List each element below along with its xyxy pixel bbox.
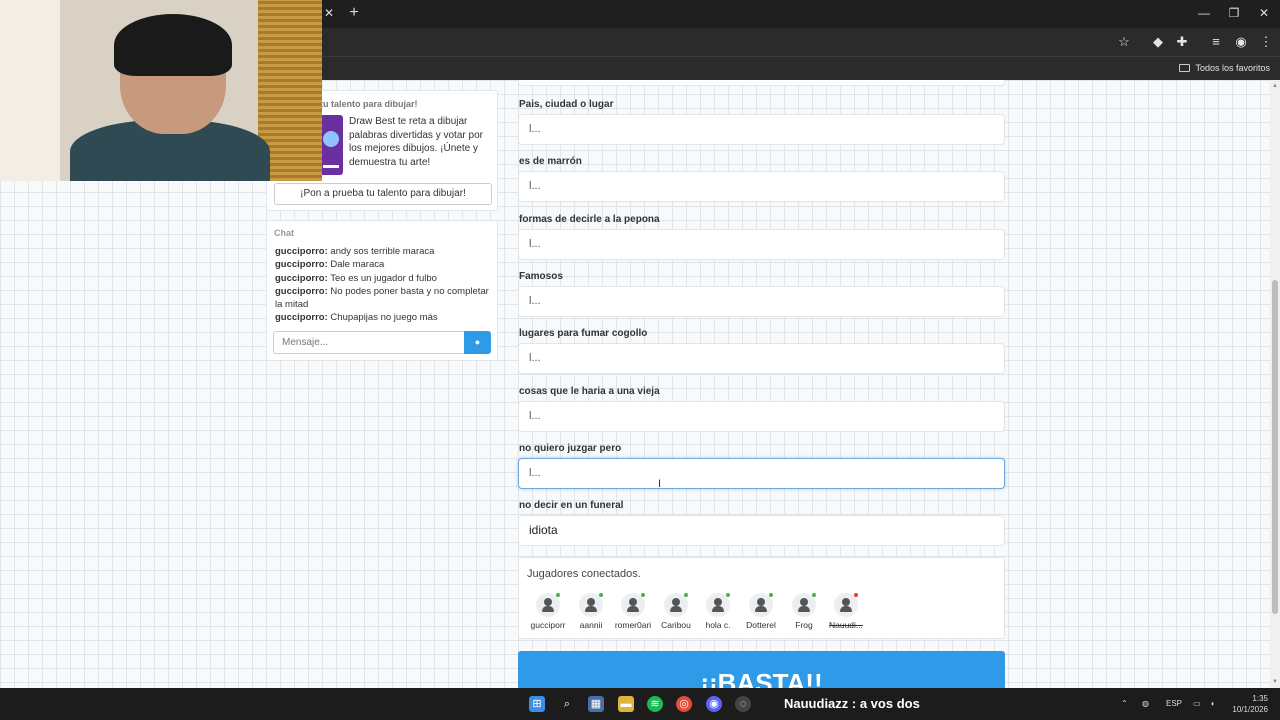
field-input-juzgar[interactable]: l... (518, 458, 1005, 489)
address-bar[interactable] (300, 31, 1150, 53)
online-status-dot (812, 593, 816, 597)
chat-message: gucciporro: No podes poner basta y no co… (275, 285, 489, 311)
field-label-vieja: cosas que le haria a una vieja (519, 386, 660, 397)
online-status-dot (641, 593, 645, 597)
online-status-dot (726, 593, 730, 597)
players-panel: Jugadores conectados. gucciporr aannii r… (518, 557, 1005, 639)
bookmarks-folder-label: Todos los favoritos (1195, 63, 1270, 73)
chat-title: Chat (274, 228, 294, 238)
start-icon[interactable]: ⊞ (529, 696, 545, 712)
field-label-lugar: Pais, ciudad o lugar (519, 99, 614, 110)
send-icon: ● (474, 337, 481, 347)
field-input-funeral[interactable]: idiota (518, 515, 1005, 546)
chat-messages: gucciporro: andy sos terrible maraca guc… (275, 245, 495, 325)
chat-message: gucciporro: andy sos terrible maraca (275, 246, 435, 257)
discord-icon[interactable]: ◉ (706, 696, 722, 712)
tab-close-button[interactable]: ✕ (322, 6, 336, 20)
page-scrollbar[interactable]: ▲ ▼ (1270, 80, 1280, 688)
chat-message: gucciporro: Chupapijas no juego más (275, 312, 438, 324)
chat-panel: Chat gucciporro: andy sos terrible marac… (266, 220, 498, 361)
menu-icon[interactable]: ⋮ (1258, 34, 1274, 50)
players-title: Jugadores conectados. (527, 568, 641, 580)
chat-message: gucciporro: Teo es un jugador d fulbo (275, 272, 437, 284)
star-icon[interactable]: ☆ (1116, 34, 1132, 50)
field-label-marron: es de marrón (519, 156, 582, 167)
profile-icon[interactable]: ◉ (1233, 34, 1249, 50)
folder-icon (1179, 64, 1191, 72)
obs-icon[interactable]: ◌ (735, 696, 751, 712)
chat-send-button[interactable]: ● (464, 331, 491, 354)
draw-best-logo[interactable] (319, 115, 343, 175)
online-status-dot (769, 593, 773, 597)
player-item[interactable]: Nauudi... (824, 593, 868, 633)
scroll-down-icon[interactable]: ▼ (1271, 678, 1279, 686)
field-label-funeral: no decir en un funeral (519, 500, 624, 511)
search-icon[interactable]: ⌕ (559, 696, 575, 712)
extension-icon[interactable]: ◆ (1150, 34, 1166, 50)
close-window-button[interactable]: ✕ (1254, 5, 1274, 21)
basta-button[interactable]: ¡¡BASTA!! (518, 651, 1005, 688)
scroll-up-icon[interactable]: ▲ (1271, 82, 1279, 90)
minimize-button[interactable]: — (1194, 5, 1214, 21)
online-status-dot (684, 593, 688, 597)
new-tab-button[interactable]: + (346, 4, 362, 22)
media-icon[interactable]: ≡ (1208, 34, 1224, 50)
chat-message-input[interactable] (273, 331, 465, 354)
clock[interactable]: 1:35 10/1/2026 (1232, 693, 1268, 715)
language-indicator[interactable]: ESP (1166, 698, 1182, 710)
network-icon[interactable]: ▭ (1193, 698, 1201, 710)
field-input-marron[interactable]: l... (518, 171, 1005, 202)
promo-description: Draw Best te reta a dibujar palabras div… (349, 116, 483, 168)
field-label-pepona: formas de decirle a la pepona (519, 214, 660, 225)
field-input-famosos[interactable]: l... (518, 286, 1005, 317)
clock-time: 1:35 (1252, 694, 1268, 703)
taskbar: ⊞ ⌕ ▦ ▬ ≋ ◎ ◉ ◌ Nauudiazz : a vos dos ⌃ … (0, 688, 1280, 720)
field-input-lugar[interactable]: l... (518, 114, 1005, 145)
all-bookmarks-folder[interactable]: Todos los favoritos (1179, 61, 1270, 75)
online-status-dot (599, 593, 603, 597)
tray-chevron-icon[interactable]: ⌃ (1121, 698, 1128, 710)
field-label-cogollo: lugares para fumar cogollo (519, 328, 648, 339)
chat-message: gucciporro: Dale maraca (275, 259, 385, 271)
maximize-button[interactable]: ❐ (1224, 5, 1244, 21)
promo-title: ba tu talento para dibujar! (307, 99, 418, 109)
microphone-icon[interactable]: ◍ (1142, 698, 1149, 710)
field-input-vieja[interactable]: l... (518, 401, 1005, 432)
store-icon[interactable]: ▦ (588, 696, 604, 712)
field-input-cogollo[interactable]: l... (518, 343, 1005, 374)
offline-status-dot (854, 593, 858, 597)
puzzle-icon[interactable]: ✚ (1174, 34, 1190, 50)
field-label-juzgar: no quiero juzgar pero (519, 443, 622, 454)
file-explorer-icon[interactable]: ▬ (618, 696, 634, 712)
promo-button[interactable]: ¡Pon a prueba tu talento para dibujar! (274, 183, 492, 205)
field-label-famosos: Famosos (519, 271, 563, 282)
online-status-dot (556, 593, 560, 597)
volume-icon[interactable]: ◖ (1210, 698, 1215, 710)
spotify-icon[interactable]: ≋ (647, 696, 663, 712)
previous-field-edge (518, 80, 1005, 86)
clock-date: 10/1/2026 (1232, 705, 1268, 714)
stream-overlay-message: Nauudiazz : a vos dos (784, 696, 920, 711)
field-input-pepona[interactable]: l... (518, 229, 1005, 260)
chrome-icon[interactable]: ◎ (676, 696, 692, 712)
text-cursor-icon: I (658, 478, 662, 490)
player-name: Nauudi... (828, 620, 864, 630)
webcam-overlay (0, 0, 322, 181)
scrollbar-thumb[interactable] (1272, 280, 1278, 614)
